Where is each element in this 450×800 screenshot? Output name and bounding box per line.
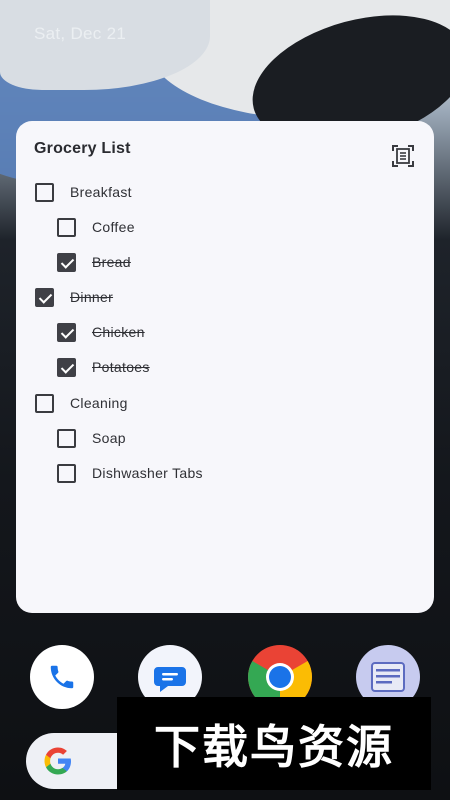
list-item-potatoes[interactable]: Potatoes — [57, 354, 150, 380]
widget-title: Grocery List — [34, 140, 131, 157]
watermark-banner: 下载鸟资源 — [117, 697, 431, 790]
list-item-soap[interactable]: Soap — [57, 425, 126, 451]
list-item-coffee[interactable]: Coffee — [57, 214, 135, 240]
phone-icon[interactable] — [30, 645, 94, 709]
list-item-label: Coffee — [92, 219, 135, 235]
list-item-breakfast[interactable]: Breakfast — [35, 179, 132, 205]
google-g-icon — [42, 745, 74, 777]
checkbox[interactable] — [57, 322, 76, 342]
date-label: Sat, Dec 21 — [34, 24, 127, 43]
watermark-text: 下载鸟资源 — [154, 719, 394, 774]
checkbox[interactable] — [35, 393, 54, 413]
list-item-chicken[interactable]: Chicken — [57, 319, 145, 345]
list-item-label: Bread — [92, 254, 131, 270]
list-item-dishwasher-tabs[interactable]: Dishwasher Tabs — [57, 460, 203, 486]
list-item-dinner[interactable]: Dinner — [35, 284, 113, 310]
list-item-label: Cleaning — [70, 395, 128, 411]
list-item-label: Chicken — [92, 324, 145, 340]
checkbox[interactable] — [57, 428, 76, 448]
list-item-label: Potatoes — [92, 359, 150, 375]
checkbox[interactable] — [57, 252, 76, 272]
list-item-label: Breakfast — [70, 184, 132, 200]
checkbox[interactable] — [57, 217, 76, 237]
checkbox[interactable] — [57, 357, 76, 377]
checkbox[interactable] — [35, 182, 54, 202]
list-item-cleaning[interactable]: Cleaning — [35, 390, 128, 416]
checkbox[interactable] — [57, 463, 76, 483]
list-item-label: Dishwasher Tabs — [92, 465, 203, 481]
list-expand-icon[interactable] — [392, 145, 414, 167]
list-item-bread[interactable]: Bread — [57, 249, 131, 275]
list-item-label: Soap — [92, 430, 126, 446]
list-item-label: Dinner — [70, 289, 114, 305]
checkbox[interactable] — [35, 287, 54, 307]
grocery-list-widget[interactable]: Grocery List Breakfast Coffee Bread Dinn… — [16, 121, 434, 613]
